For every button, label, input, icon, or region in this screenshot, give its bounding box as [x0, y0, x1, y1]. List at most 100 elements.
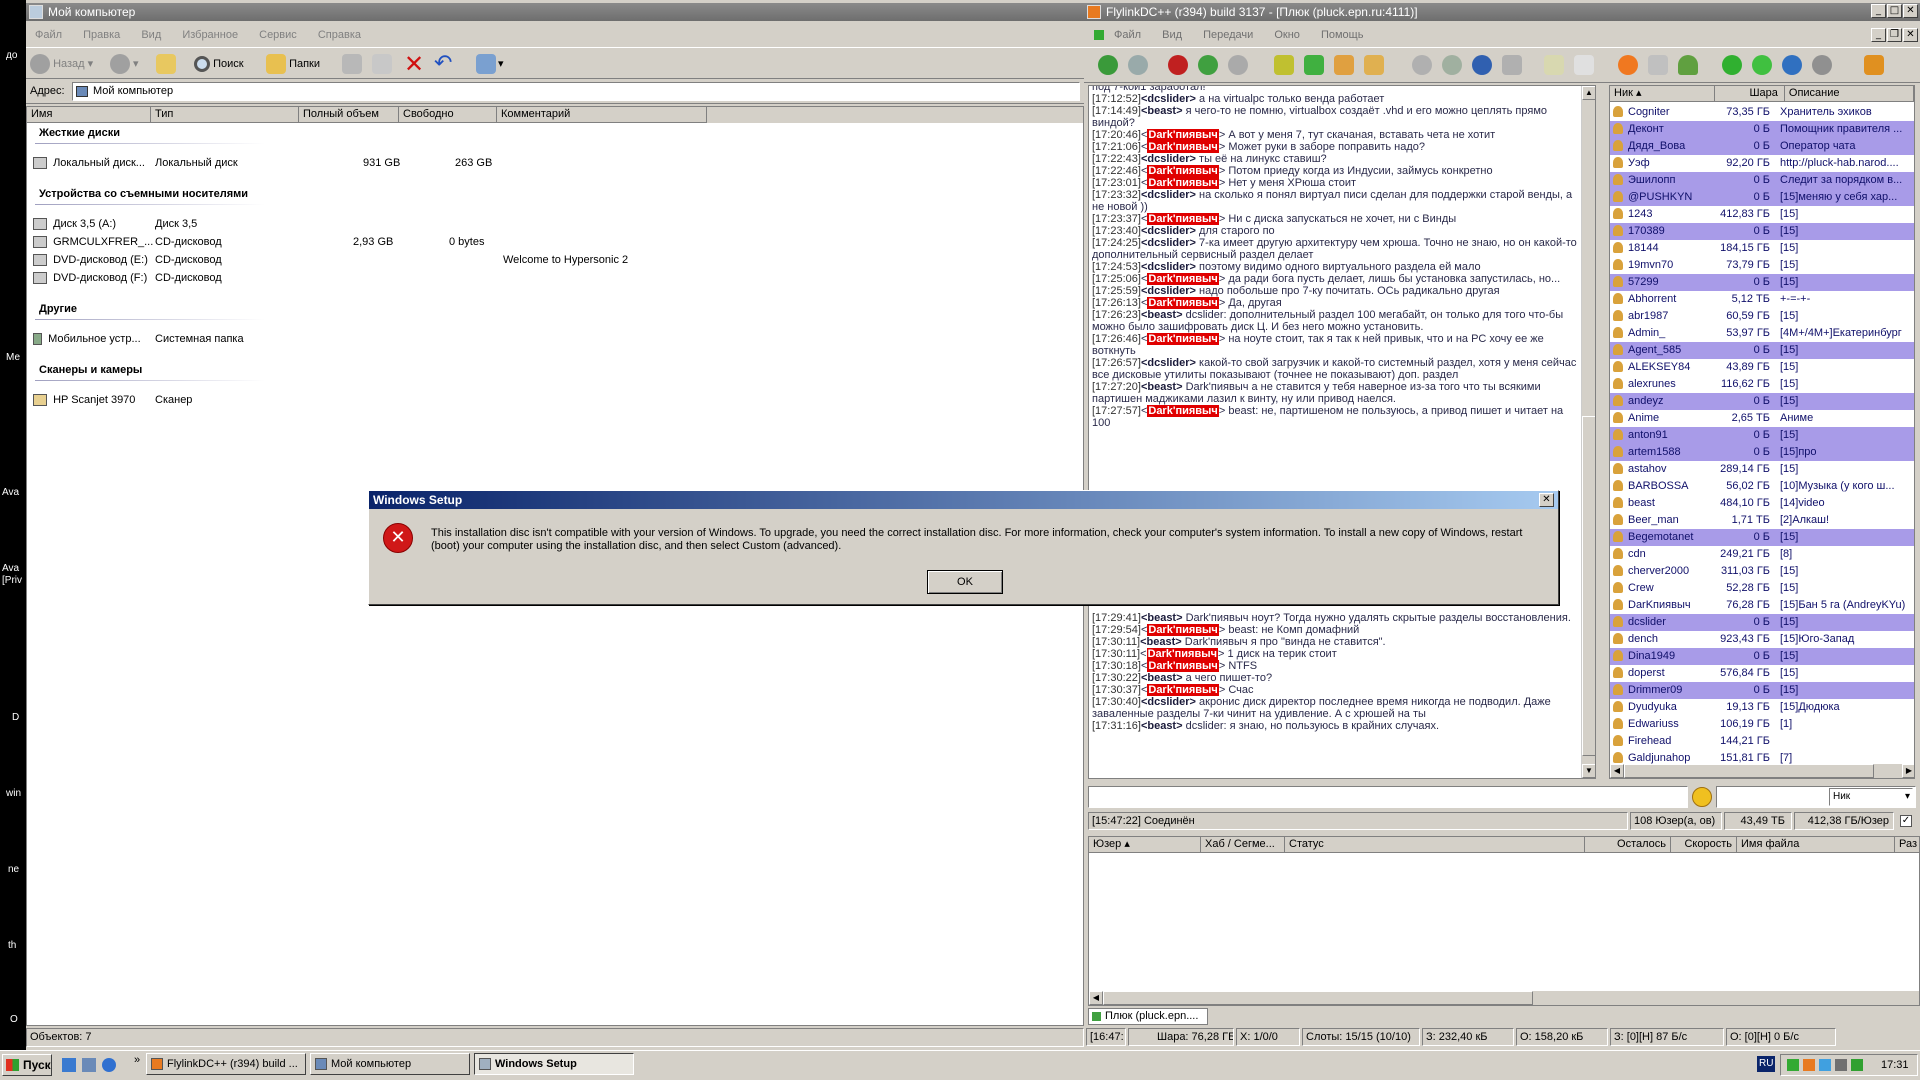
filter-column-select[interactable]: Ник ▾	[1829, 788, 1913, 806]
reconnect-icon[interactable]	[1098, 55, 1118, 75]
chat-nick[interactable]: Dark'пиявыч	[1147, 684, 1219, 696]
tray-icon[interactable]	[1835, 1059, 1847, 1071]
back-button[interactable]: Назад ▾	[30, 53, 93, 75]
user-row[interactable]: BARBOSSA 56,02 ГБ [10]Музыка (у кого ш...	[1610, 478, 1914, 495]
user-hscrollbar[interactable]: ◀ ▶	[1610, 764, 1914, 778]
follow-redirect-icon[interactable]	[1128, 55, 1148, 75]
scroll-right-button[interactable]: ▶	[1902, 764, 1914, 778]
user-row[interactable]: Agent_585 0 Б [15]	[1610, 342, 1914, 359]
user-row[interactable]: Dyudyuka 19,13 ГБ [15]Дюдюка	[1610, 699, 1914, 716]
notepad-icon[interactable]	[1618, 55, 1638, 75]
menu-help[interactable]: Помощь	[1312, 29, 1373, 41]
chat-nick[interactable]: Dark'пиявыч	[1147, 165, 1219, 177]
flylink-titlebar[interactable]: FlylinkDC++ (r394) build 3137 - [Плюк (p…	[1084, 3, 1920, 21]
chat-nick[interactable]: Dark'пиявыч	[1146, 648, 1219, 660]
chat-nick[interactable]: <dcslider>	[1141, 93, 1196, 105]
menu-tools[interactable]: Сервис	[250, 29, 306, 41]
chat-nick[interactable]: Dark'пиявыч	[1147, 660, 1219, 672]
favorite-hubs-icon[interactable]	[1228, 55, 1248, 75]
col-remaining[interactable]: Осталось	[1585, 837, 1671, 853]
chat-nick[interactable]: <beast>	[1141, 612, 1183, 624]
finished-downloads-icon[interactable]	[1304, 55, 1324, 75]
open-filelist-icon[interactable]	[1544, 55, 1564, 75]
user-row[interactable]: DarKпиявыч 76,28 ГБ [15]Бан 5 га (AndreyKY…	[1610, 597, 1914, 614]
browser-icon[interactable]	[102, 1058, 116, 1072]
chat-nick[interactable]: Dark'пиявыч	[1147, 141, 1219, 153]
chat-scrollbar[interactable]: ▲ ▼	[1581, 86, 1595, 778]
move-to-icon[interactable]	[342, 54, 362, 74]
menu-window[interactable]: Окно	[1265, 29, 1309, 41]
delete-icon[interactable]: ✕	[404, 50, 424, 78]
col-free[interactable]: Свободно	[399, 107, 497, 123]
list-item[interactable]: DVD-дисковод (F:) CD-дисковод	[33, 270, 653, 286]
list-item[interactable]: GRMCULXFRER_... CD-дисковод 2,93 GB 0 by…	[33, 234, 653, 250]
scroll-thumb[interactable]	[1103, 991, 1533, 1005]
col-filename[interactable]: Имя файла	[1737, 837, 1895, 853]
list-item[interactable]: HP Scanjet 3970 Сканер	[33, 392, 653, 408]
chat-nick[interactable]: Dark'пиявыч	[1147, 177, 1219, 189]
away-icon[interactable]	[1812, 55, 1832, 75]
menu-edit[interactable]: Правка	[74, 29, 129, 41]
up-folder-icon[interactable]	[156, 54, 176, 74]
user-row[interactable]: Уэф 92,20 ГБ http://pluck-hab.narod....	[1610, 155, 1914, 172]
user-row[interactable]: cdn 249,21 ГБ [8]	[1610, 546, 1914, 563]
user-row[interactable]: Firehead 144,21 ГБ	[1610, 733, 1914, 750]
views-dropdown-icon[interactable]: ▾	[498, 57, 504, 70]
chat-nick[interactable]: <dcslider>	[1141, 696, 1196, 708]
user-row[interactable]: Drimmer09 0 Б [15]	[1610, 682, 1914, 699]
user-row[interactable]: dcslider 0 Б [15]	[1610, 614, 1914, 631]
refresh-filelist-icon[interactable]	[1574, 55, 1594, 75]
chat-nick[interactable]: <beast>	[1141, 672, 1183, 684]
scroll-down-button[interactable]: ▼	[1582, 764, 1595, 778]
chat-nick[interactable]: Dark'пиявыч	[1147, 297, 1219, 309]
chat-nick[interactable]: <beast>	[1140, 636, 1182, 648]
user-row[interactable]: 57299 0 Б [15]	[1610, 274, 1914, 291]
scroll-thumb[interactable]	[1624, 764, 1874, 778]
list-item[interactable]: Мобильное устр... Системная папка	[33, 331, 653, 347]
col-comment[interactable]: Комментарий	[497, 107, 707, 123]
clock[interactable]: 17:31	[1881, 1055, 1909, 1075]
language-indicator[interactable]: RU	[1757, 1056, 1776, 1072]
col-description[interactable]: Описание	[1784, 86, 1914, 102]
user-row[interactable]: astahov 289,14 ГБ [15]	[1610, 461, 1914, 478]
user-row[interactable]: Дядя_Вова 0 Б Оператор чата	[1610, 138, 1914, 155]
chat-area[interactable]: под 7-кой1 заработал! [17:12:52]<dcslider…	[1088, 85, 1596, 779]
user-row[interactable]: Эшилопп 0 Б Следит за порядком в...	[1610, 172, 1914, 189]
menu-view[interactable]: Вид	[1153, 29, 1191, 41]
task-explorer[interactable]: Мой компьютер	[310, 1053, 470, 1075]
chat-nick[interactable]: <dcslider>	[1141, 285, 1196, 297]
menu-file[interactable]: Файл	[26, 29, 71, 41]
user-row[interactable]: anton91 0 Б [15]	[1610, 427, 1914, 444]
user-row[interactable]: Admin_ 53,97 ГБ [4M+/4M+]Екатеринбург	[1610, 325, 1914, 342]
settings-icon[interactable]	[1648, 55, 1668, 75]
show-desktop-icon[interactable]	[82, 1058, 96, 1072]
minimize-button[interactable]: _	[1871, 4, 1886, 18]
user-row[interactable]: 18144 184,15 ГБ [15]	[1610, 240, 1914, 257]
col-size[interactable]: Раз	[1895, 837, 1919, 853]
user-row[interactable]: beast 484,10 ГБ [14]video	[1610, 495, 1914, 512]
globe-icon[interactable]	[1782, 55, 1802, 75]
list-item[interactable]: Диск 3,5 (A:) Диск 3,5	[33, 216, 653, 232]
scroll-left-button[interactable]: ◀	[1610, 764, 1624, 778]
user-row[interactable]: alexrunes 116,62 ГБ [15]	[1610, 376, 1914, 393]
user-row[interactable]: Деконт 0 Б Помощник правителя ...	[1610, 121, 1914, 138]
limit-icon[interactable]	[1752, 55, 1772, 75]
user-row[interactable]: Anime 2,65 ТБ Аниме	[1610, 410, 1914, 427]
chat-nick[interactable]: <dcslider>	[1141, 237, 1196, 249]
tray-icon[interactable]	[1851, 1059, 1863, 1071]
undo-icon[interactable]: ↶	[434, 51, 452, 76]
menu-view[interactable]: Вид	[132, 29, 170, 41]
scroll-thumb[interactable]	[1582, 416, 1595, 756]
chat-nick[interactable]: Dark'пиявыч	[1147, 405, 1219, 417]
search-icon[interactable]	[1412, 55, 1432, 75]
chat-nick[interactable]: <dcslider>	[1141, 261, 1196, 273]
chat-nick[interactable]: Dark'пиявыч	[1147, 129, 1219, 141]
chat-nick[interactable]: <beast>	[1141, 105, 1183, 117]
chat-input[interactable]	[1088, 786, 1688, 808]
user-icon[interactable]	[1678, 55, 1698, 75]
quicklaunch-icon[interactable]	[62, 1058, 76, 1072]
ok-button[interactable]: OK	[927, 570, 1003, 594]
user-row[interactable]: artem1588 0 Б [15]про	[1610, 444, 1914, 461]
col-nick[interactable]: Ник ▴	[1610, 86, 1716, 102]
col-hub[interactable]: Хаб / Сегме...	[1201, 837, 1285, 853]
